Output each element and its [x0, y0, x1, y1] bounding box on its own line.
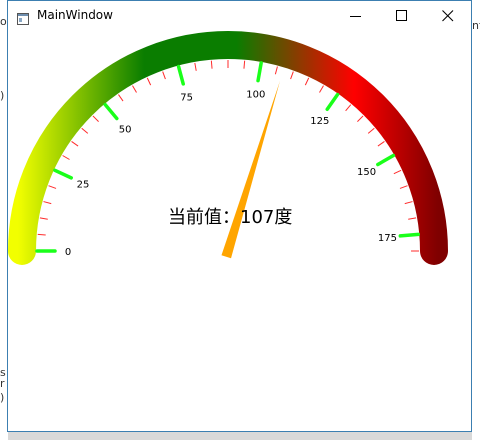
- minor-tick: [377, 141, 385, 147]
- tick-label: 50: [119, 124, 132, 135]
- minor-tick: [304, 77, 310, 86]
- gauge-needle: [221, 80, 281, 259]
- minor-tick: [243, 60, 246, 69]
- major-tick: [398, 232, 421, 238]
- minor-tick: [357, 115, 364, 122]
- minor-tick: [48, 185, 57, 189]
- minor-tick: [37, 233, 46, 236]
- major-tick: [53, 168, 73, 180]
- major-tick: [376, 153, 396, 167]
- minor-tick: [62, 155, 70, 160]
- minor-tick: [210, 60, 213, 69]
- minor-tick: [71, 141, 79, 147]
- readout-value: 107: [240, 207, 275, 228]
- minor-tick: [118, 94, 124, 102]
- background-text-fragment: ): [0, 391, 5, 404]
- minor-tick: [43, 201, 52, 205]
- major-tick: [176, 64, 185, 86]
- readout-label: 当前值：: [168, 207, 240, 228]
- minor-tick: [92, 115, 99, 122]
- major-tick: [103, 102, 119, 121]
- tick-label: 75: [180, 92, 193, 103]
- minor-tick: [194, 62, 197, 71]
- minor-tick: [404, 201, 413, 205]
- minor-tick: [290, 71, 294, 80]
- background-right-strip: [472, 0, 480, 440]
- minor-tick: [345, 104, 352, 112]
- tick-label: 150: [357, 167, 376, 178]
- minor-tick: [162, 71, 166, 80]
- minor-tick: [146, 77, 152, 86]
- tick-label: 0: [65, 247, 71, 258]
- tick-label: 125: [310, 116, 329, 127]
- minor-tick: [319, 85, 324, 93]
- minor-tick: [132, 85, 137, 93]
- background-text-fragment: nf: [472, 19, 480, 32]
- minor-tick: [399, 185, 408, 189]
- tick-label: 25: [77, 179, 90, 190]
- background-text-fragment: ): [0, 89, 5, 102]
- minor-tick: [408, 217, 417, 220]
- readout-unit: 度: [274, 207, 293, 228]
- main-window: MainWindow 0 25 50 75 100 125 150 175 当前…: [7, 0, 472, 432]
- minor-tick: [81, 127, 89, 134]
- tick-label: 175: [378, 233, 397, 244]
- background-text-fragment: r: [0, 377, 5, 390]
- minor-tick: [393, 169, 402, 175]
- minor-tick: [274, 66, 278, 75]
- minor-tick: [367, 127, 375, 134]
- major-tick: [256, 61, 263, 83]
- tick-label: 100: [246, 89, 265, 100]
- major-tick: [325, 92, 340, 112]
- minor-tick: [39, 217, 48, 220]
- gauge-readout: 当前值：107度: [168, 203, 292, 229]
